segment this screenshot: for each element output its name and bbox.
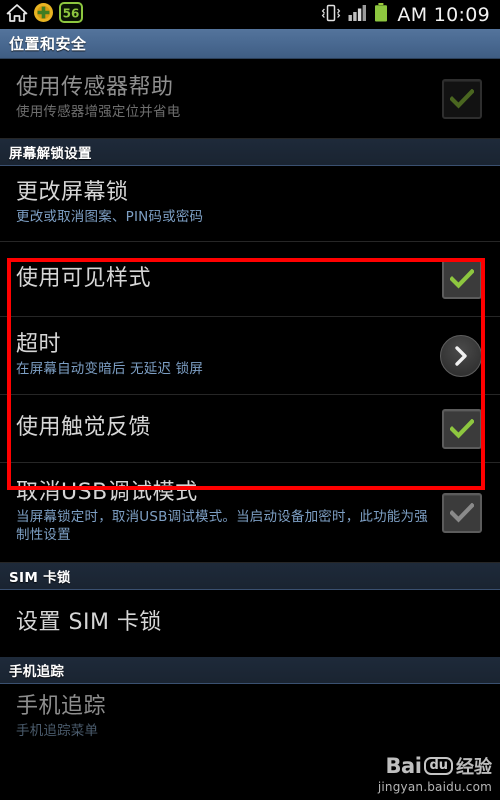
watermark-jingyan: 经验 [456,757,492,778]
checkbox-sensor-aiding[interactable] [442,78,482,119]
row-text: 设置 SIM 卡锁 [16,601,482,646]
status-bar-left-icons: 56 [6,2,83,27]
list-item-use-visible-pattern[interactable]: 使用可见样式 [0,242,500,317]
check-icon [450,88,474,108]
section-header-sim-lock: SIM 卡锁 [0,563,500,590]
list-item-timeout[interactable]: 超时 在屏幕自动变暗后 无延迟 锁屏 [0,317,500,395]
phone-screen: 56 AM 10:09 位置和安全 使用传感器帮助 使用传感器增强定位并省电 屏… [0,0,500,800]
list-item-subtitle: 使用传感器增强定位并省电 [16,104,181,120]
signal-bars-icon [348,4,367,26]
section-header-label: 屏幕解锁设置 [9,146,92,162]
list-item-setup-sim-lock[interactable]: 设置 SIM 卡锁 [0,590,500,657]
list-item-title: 设置 SIM 卡锁 [16,610,162,636]
list-item-title: 超时 [16,332,62,358]
list-item-title: 使用传感器帮助 [16,75,174,101]
checkbox-cancel-usb-debug[interactable] [442,492,482,533]
row-text: 手机追踪 手机追踪菜单 [16,685,482,750]
chevron-right-icon [455,345,467,366]
list-item-title: 手机追踪 [16,693,107,719]
chevron-right-button[interactable] [440,334,482,377]
section-header-phone-tracking: 手机追踪 [0,657,500,684]
status-bar: 56 AM 10:09 [0,0,500,29]
checkbox-haptic-feedback[interactable] [442,408,482,449]
status-bar-right-icons: AM 10:09 [321,3,490,27]
watermark-url: jingyan.baidu.com [377,780,492,794]
section-header-screen-unlock: 屏幕解锁设置 [0,139,500,166]
section-header-label: SIM 卡锁 [9,570,71,586]
list-item-haptic-feedback[interactable]: 使用触觉反馈 [0,395,500,463]
watermark-du: du [424,757,453,775]
row-text: 更改屏幕锁 更改或取消图案、PIN码或密码 [16,171,482,236]
page-title: 位置和安全 [9,35,87,53]
battery-icon [374,3,388,26]
plus-badge-icon [33,2,54,27]
row-text: 超时 在屏幕自动变暗后 无延迟 锁屏 [16,323,440,388]
row-text: 使用触觉反馈 [16,406,442,451]
list-item-sensor-aiding[interactable]: 使用传感器帮助 使用传感器增强定位并省电 [0,59,500,139]
list-item-phone-tracking[interactable]: 手机追踪 手机追踪菜单 [0,684,500,750]
list-item-title: 取消USB调试模式 [16,480,198,506]
check-icon [450,502,474,522]
check-icon [450,269,474,289]
baidu-watermark: Bai du 经验 jingyan.baidu.com [378,753,492,794]
checkbox-use-visible-pattern[interactable] [442,259,482,299]
app-title-bar: 位置和安全 [0,29,500,59]
row-text: 使用传感器帮助 使用传感器增强定位并省电 [16,66,442,131]
status-bar-clock: AM 10:09 [397,3,490,26]
row-text: 使用可见样式 [16,257,442,302]
list-item-title: 更改屏幕锁 [16,180,129,206]
list-item-subtitle: 当屏幕锁定时，取消USB调试模式。当启动设备加密时，此功能为强制性设置 [16,509,428,543]
list-item-subtitle: 手机追踪菜单 [16,722,99,739]
list-item-subtitle: 更改或取消图案、PIN码或密码 [16,209,204,225]
check-icon [450,418,474,438]
section-header-label: 手机追踪 [9,664,65,680]
vibrate-icon [321,3,341,27]
home-icon [6,3,28,27]
list-item-title: 使用可见样式 [16,265,152,291]
list-item-cancel-usb-debug[interactable]: 取消USB调试模式 当屏幕锁定时，取消USB调试模式。当启动设备加密时，此功能为… [0,463,500,563]
watermark-bai: Bai [385,754,422,778]
counter-badge-icon: 56 [59,2,83,27]
list-item-subtitle: 在屏幕自动变暗后 无延迟 锁屏 [16,361,204,377]
list-item-change-screen-lock[interactable]: 更改屏幕锁 更改或取消图案、PIN码或密码 [0,166,500,242]
list-item-title: 使用触觉反馈 [16,415,152,441]
counter-badge-value: 56 [63,7,80,21]
row-text: 取消USB调试模式 当屏幕锁定时，取消USB调试模式。当启动设备加密时，此功能为… [16,471,442,553]
watermark-logo: Bai du 经验 [378,753,492,779]
